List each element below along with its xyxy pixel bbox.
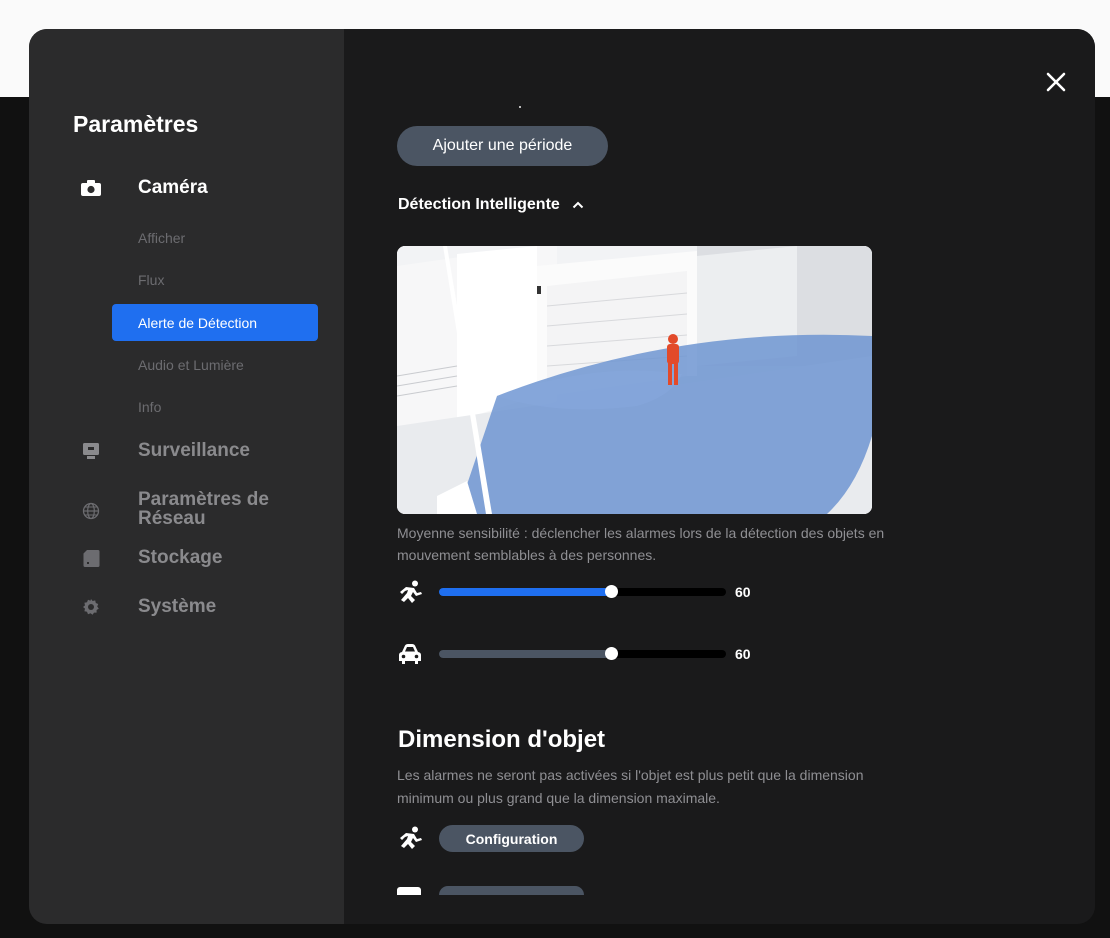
close-icon <box>1046 72 1066 92</box>
slider-value: 60 <box>735 584 751 600</box>
smart-detection-title: Détection Intelligente <box>398 196 560 213</box>
sidebar-title: Paramètres <box>73 111 199 137</box>
globe-icon <box>81 501 101 521</box>
person-sensitivity-slider[interactable]: 60 <box>397 577 817 607</box>
slider-thumb[interactable] <box>604 647 618 660</box>
sidebar-item-camera[interactable]: Caméra <box>29 171 344 205</box>
configuration-button-partial[interactable] <box>439 886 584 895</box>
sidebar: Paramètres Caméra Afficher Flux Alerte d… <box>29 29 344 924</box>
sidebar-item-storage[interactable]: Stockage <box>29 541 344 575</box>
sidebar-item-system[interactable]: Système <box>29 590 344 624</box>
sidebar-subitem-info[interactable]: Info <box>112 388 318 425</box>
divider-dot <box>519 106 521 108</box>
slider-value: 60 <box>735 646 751 662</box>
sidebar-subitem-alerte-detection[interactable]: Alerte de Détection <box>112 304 318 341</box>
chevron-up-icon <box>572 201 584 209</box>
sidebar-item-label: Système <box>138 596 217 617</box>
sidebar-subitem-flux[interactable]: Flux <box>112 261 318 298</box>
sidebar-item-label: Paramètres de Réseau <box>138 489 269 529</box>
car-icon <box>397 887 421 895</box>
gear-icon <box>81 597 101 617</box>
camera-icon <box>81 178 101 198</box>
sidebar-item-label: Surveillance <box>138 440 250 461</box>
sidebar-item-label: Stockage <box>138 547 223 568</box>
sidebar-item-network[interactable]: Paramètres de Réseau <box>29 489 344 531</box>
slider-track[interactable] <box>439 647 726 660</box>
add-period-button[interactable]: Ajouter une période <box>397 126 608 166</box>
close-button[interactable] <box>1041 67 1071 97</box>
detection-illustration <box>397 246 872 514</box>
slider-track[interactable] <box>439 585 726 598</box>
slider-fill <box>439 650 612 658</box>
sd-card-icon <box>81 548 101 568</box>
person-running-icon <box>400 826 422 849</box>
settings-content: Ajouter une période Détection Intelligen… <box>344 29 1095 924</box>
vehicle-sensitivity-slider[interactable]: 60 <box>397 639 817 669</box>
settings-modal: Paramètres Caméra Afficher Flux Alerte d… <box>29 29 1095 924</box>
sidebar-subitem-audio-lumiere[interactable]: Audio et Lumière <box>112 346 318 383</box>
object-dimension-title: Dimension d'objet <box>398 726 606 753</box>
monitor-icon <box>81 441 101 461</box>
configuration-button[interactable]: Configuration <box>439 825 584 852</box>
sidebar-subitem-afficher[interactable]: Afficher <box>112 219 318 256</box>
slider-fill <box>439 588 612 596</box>
person-running-icon <box>400 580 422 603</box>
car-icon <box>399 644 421 664</box>
sidebar-item-surveillance[interactable]: Surveillance <box>29 434 344 468</box>
smart-detection-description: Moyenne sensibilité : déclencher les ala… <box>397 525 885 563</box>
sidebar-item-label: Caméra <box>138 177 208 198</box>
smart-detection-toggle[interactable]: Détection Intelligente <box>398 196 584 214</box>
object-dimension-description: Les alarmes ne seront pas activées si l'… <box>397 767 864 806</box>
slider-thumb[interactable] <box>604 585 618 598</box>
